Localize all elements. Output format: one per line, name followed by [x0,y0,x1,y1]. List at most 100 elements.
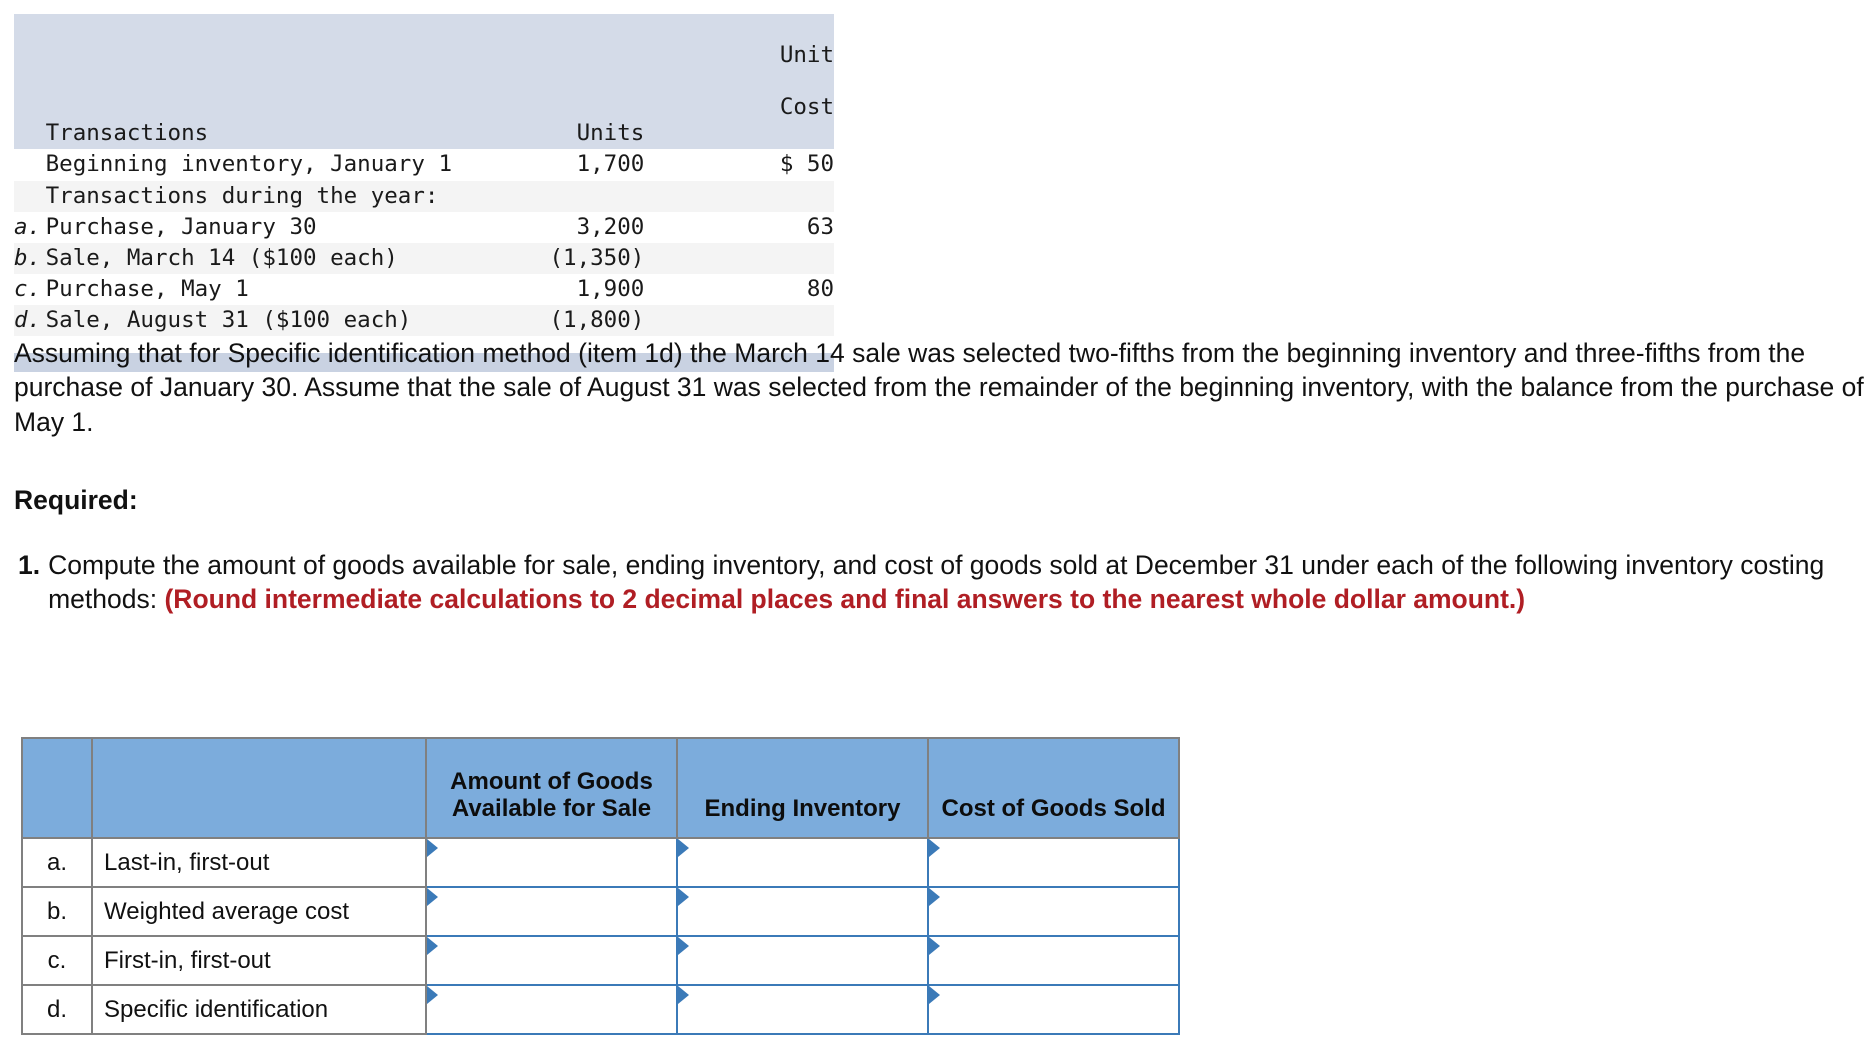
row-units: 1,900 [576,275,645,302]
cell-marker-icon [427,937,438,955]
answer-row-method: Weighted average cost [91,886,427,937]
table-row: b. Weighted average cost [21,886,1180,937]
cell-marker-icon [427,986,438,1004]
row-unit-cost [644,305,834,336]
input-value [427,839,676,886]
row-description: Purchase, May 1 [45,275,249,302]
table-row: c. First-in, first-out [21,935,1180,986]
input-goods-available-b[interactable] [425,886,678,937]
answer-row-letter: d. [21,984,93,1035]
answer-row-letter: a. [21,837,93,888]
unit-cost-line-1: Unit [779,42,834,69]
input-ending-inventory-a[interactable] [676,837,929,888]
table-row: d. Specific identification [21,984,1180,1035]
row-mark: b. [14,244,42,271]
answer-table: Amount of Goods Available for Sale Endin… [21,737,1180,1035]
transactions-header-description: Transactions [45,14,501,150]
row-mark: a. [14,213,42,240]
transactions-header-unit-cost: Unit Cost [644,14,834,150]
required-item-number: 1. [18,550,41,580]
row-unit-cost: $ 50 [779,151,834,178]
answer-header-cost-of-goods-sold: Cost of Goods Sold [927,737,1180,839]
table-row: Beginning inventory, January 1 1,700 $ 5… [14,149,834,181]
row-description: Transactions during the year: [45,182,439,209]
cell-marker-icon [427,888,438,906]
input-cost-of-goods-sold-b[interactable] [927,886,1180,937]
cell-marker-icon [678,888,689,906]
input-goods-available-d[interactable] [425,984,678,1035]
cell-marker-icon [678,937,689,955]
transactions-header-units: Units [500,14,645,150]
table-row: b. Sale, March 14 ($100 each) (1,350) [14,242,834,274]
row-mark [14,149,46,180]
answer-header-ending-inventory: Ending Inventory [676,737,929,839]
input-goods-available-c[interactable] [425,935,678,986]
cell-marker-icon [678,839,689,857]
required-item-body: Compute the amount of goods available fo… [48,548,1848,617]
table-row: d. Sale, August 31 ($100 each) (1,800) [14,304,834,337]
answer-header-method [91,737,427,839]
input-ending-inventory-c[interactable] [676,935,929,986]
input-value [678,839,927,886]
answer-table-header-row: Amount of Goods Available for Sale Endin… [21,737,1180,839]
input-ending-inventory-b[interactable] [676,886,929,937]
row-mark: c. [14,275,42,302]
row-mark: d. [14,306,42,333]
input-value [929,839,1178,886]
input-ending-inventory-d[interactable] [676,984,929,1035]
answer-row-method: Last-in, first-out [91,837,427,888]
assumption-paragraph: Assuming that for Specific identificatio… [14,338,1864,437]
table-row: a. Last-in, first-out [21,837,1180,888]
row-unit-cost [644,243,834,274]
input-cost-of-goods-sold-a[interactable] [927,837,1180,888]
cell-marker-icon [427,839,438,857]
input-value [678,986,927,1033]
input-goods-available-a[interactable] [425,837,678,888]
cell-marker-icon [678,986,689,1004]
row-mark [14,181,46,212]
cell-marker-icon [929,888,940,906]
row-units: 1,700 [576,151,645,178]
table-row: Transactions during the year: [14,180,834,212]
required-item-text-emphasis: (Round intermediate calculations to 2 de… [164,584,1526,615]
cell-marker-icon [929,986,940,1004]
cell-marker-icon [929,937,940,955]
row-unit-cost: 80 [806,275,834,302]
unit-cost-line-2: Cost [779,94,834,121]
answer-row-letter: c. [21,935,93,986]
input-value [929,986,1178,1033]
input-value [678,888,927,935]
row-units: 3,200 [576,213,645,240]
row-units: (1,350) [549,244,645,271]
transactions-table: Transactions Units Unit Cost Beginning i… [14,14,834,373]
answer-row-method: Specific identification [91,984,427,1035]
row-unit-cost [644,181,834,212]
answer-table-grid: Amount of Goods Available for Sale Endin… [21,737,1180,1035]
answer-row-letter: b. [21,886,93,937]
transactions-table-grid: Transactions Units Unit Cost Beginning i… [14,14,834,373]
required-item-1: 1. Compute the amount of goods available… [18,548,1848,617]
input-value [678,937,927,984]
row-unit-cost: 63 [806,213,834,240]
row-description: Beginning inventory, January 1 [45,151,452,178]
answer-header-goods-available: Amount of Goods Available for Sale [425,737,678,839]
required-heading: Required: [14,485,138,515]
transactions-header-mark [14,14,46,150]
input-value [929,937,1178,984]
row-description: Purchase, January 30 [45,213,317,240]
input-cost-of-goods-sold-d[interactable] [927,984,1180,1035]
input-value [427,937,676,984]
row-units: (1,800) [549,306,645,333]
row-units [500,181,644,212]
table-row: c. Purchase, May 1 1,900 80 [14,273,834,305]
input-value [929,888,1178,935]
answer-row-method: First-in, first-out [91,935,427,986]
table-row: a. Purchase, January 30 3,200 63 [14,211,834,243]
input-value [427,888,676,935]
input-cost-of-goods-sold-c[interactable] [927,935,1180,986]
row-description: Sale, August 31 ($100 each) [45,306,412,333]
cell-marker-icon [929,839,940,857]
transactions-header-row: Transactions Units Unit Cost [14,14,834,150]
input-value [427,986,676,1033]
answer-header-letter [21,737,93,839]
